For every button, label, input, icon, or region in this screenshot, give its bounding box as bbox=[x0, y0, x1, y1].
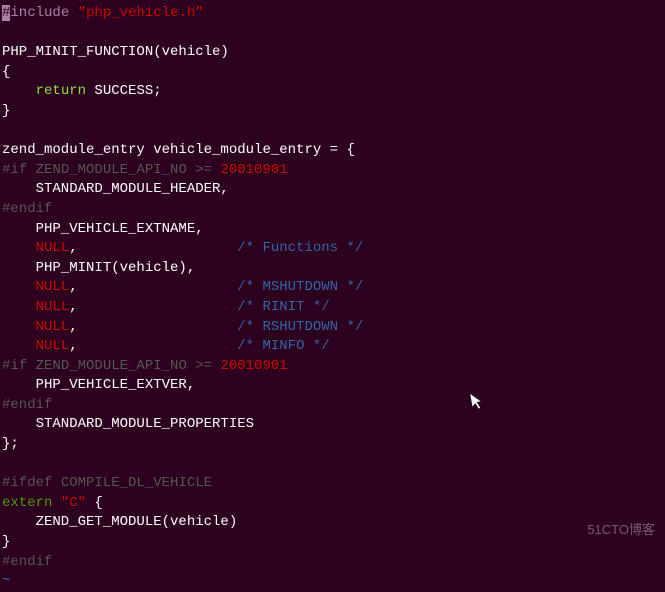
preproc-endif: #endif bbox=[2, 201, 52, 217]
null-keyword: NULL bbox=[36, 319, 70, 335]
code-line: PHP_VEHICLE_EXTVER, bbox=[2, 376, 663, 396]
null-keyword: NULL bbox=[36, 240, 70, 256]
code-editor[interactable]: #include "php_vehicle.h" PHP_MINIT_FUNCT… bbox=[2, 4, 663, 592]
code-line: } bbox=[2, 102, 663, 122]
preproc-if: #if bbox=[2, 358, 27, 374]
code-line: PHP_MINIT(vehicle), bbox=[2, 259, 663, 279]
code-line: #if ZEND_MODULE_API_NO >= 20010901 bbox=[2, 357, 663, 377]
code-line: #endif bbox=[2, 200, 663, 220]
extern-keyword: extern bbox=[2, 495, 52, 511]
code-line: NULL, /* RSHUTDOWN */ bbox=[2, 318, 663, 338]
watermark: 51CTO博客 bbox=[587, 521, 655, 539]
code-line: }; bbox=[2, 435, 663, 455]
code-line: NULL, /* MINFO */ bbox=[2, 337, 663, 357]
code-line: PHP_MINIT_FUNCTION(vehicle) bbox=[2, 43, 663, 63]
code-line: return SUCCESS; bbox=[2, 82, 663, 102]
comment: /* MSHUTDOWN */ bbox=[237, 279, 363, 295]
include-keyword: include bbox=[10, 5, 77, 21]
code-line: NULL, /* MSHUTDOWN */ bbox=[2, 278, 663, 298]
code-line: { bbox=[2, 63, 663, 83]
include-file: "php_vehicle.h" bbox=[78, 5, 204, 21]
code-line: NULL, /* Functions */ bbox=[2, 239, 663, 259]
blank-line bbox=[2, 122, 663, 142]
code-line: STANDARD_MODULE_HEADER, bbox=[2, 180, 663, 200]
code-line: ZEND_GET_MODULE(vehicle) bbox=[2, 513, 663, 533]
preproc-endif: #endif bbox=[2, 397, 52, 413]
null-keyword: NULL bbox=[36, 299, 70, 315]
code-line: #include "php_vehicle.h" bbox=[2, 4, 663, 24]
null-keyword: NULL bbox=[36, 279, 70, 295]
code-line: #endif bbox=[2, 553, 663, 573]
null-keyword: NULL bbox=[36, 338, 70, 354]
code-line: #if ZEND_MODULE_API_NO >= 20010901 bbox=[2, 161, 663, 181]
comment: /* Functions */ bbox=[237, 240, 363, 256]
comment: /* RINIT */ bbox=[237, 299, 329, 315]
code-line: NULL, /* RINIT */ bbox=[2, 298, 663, 318]
preproc-ifdef: #ifdef bbox=[2, 475, 52, 491]
code-line: } bbox=[2, 533, 663, 553]
return-keyword: return bbox=[36, 83, 86, 99]
comment: /* MINFO */ bbox=[237, 338, 329, 354]
code-line: #endif bbox=[2, 396, 663, 416]
blank-line bbox=[2, 24, 663, 44]
code-line: #ifdef COMPILE_DL_VEHICLE bbox=[2, 474, 663, 494]
code-line: STANDARD_MODULE_PROPERTIES bbox=[2, 415, 663, 435]
code-line: zend_module_entry vehicle_module_entry =… bbox=[2, 141, 663, 161]
preproc-endif: #endif bbox=[2, 554, 52, 570]
comment: /* RSHUTDOWN */ bbox=[237, 319, 363, 335]
preproc-if: #if bbox=[2, 162, 27, 178]
code-line: PHP_VEHICLE_EXTNAME, bbox=[2, 220, 663, 240]
blank-line bbox=[2, 455, 663, 475]
code-line: extern "C" { bbox=[2, 494, 663, 514]
empty-tilde: ~ bbox=[2, 572, 663, 592]
